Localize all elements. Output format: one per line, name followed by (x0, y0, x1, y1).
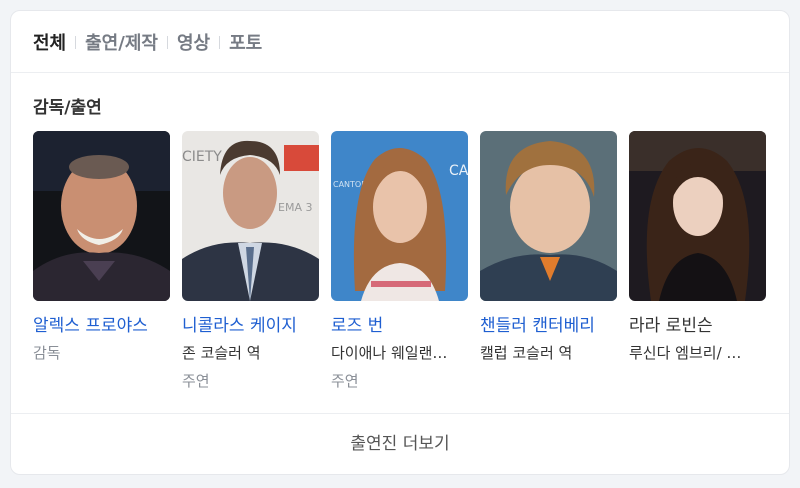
person-role: 다이애나 웨일랜… (331, 344, 448, 362)
tab-all[interactable]: 전체 (33, 29, 66, 55)
tab-video[interactable]: 영상 (177, 29, 210, 55)
person-photo[interactable] (33, 131, 170, 301)
person-photo[interactable]: CANTOR CA (331, 131, 468, 301)
person-photo-image (33, 131, 170, 301)
person-card[interactable]: CANTOR CA 로즈 번 다이애나 웨일랜… 주연 (331, 131, 471, 391)
more-cast-button[interactable]: 출연진 더보기 (11, 414, 789, 474)
cast-card: 전체 출연/제작 영상 포토 감독/출연 알렉스 프로야스 감독 CIETY E… (10, 10, 790, 475)
divider (11, 72, 789, 73)
person-role: 존 코슬러 역 (182, 344, 261, 362)
person-role: 루신다 엠브리/ … (629, 344, 742, 362)
svg-text:CA: CA (449, 163, 468, 179)
person-role: 캘럽 코슬러 역 (480, 344, 573, 362)
tab-divider (166, 35, 168, 49)
person-photo-image (480, 131, 617, 301)
section-title: 감독/출연 (33, 98, 102, 118)
person-role: 감독 (33, 344, 61, 362)
svg-text:EMA 3: EMA 3 (278, 201, 312, 214)
person-name[interactable]: 니콜라스 케이지 (182, 311, 322, 336)
person-card[interactable]: 알렉스 프로야스 감독 (33, 131, 173, 363)
tab-divider (219, 35, 221, 49)
tab-photo[interactable]: 포토 (229, 29, 262, 55)
person-photo-image: CIETY EMA 3 (182, 131, 319, 301)
tab-divider (75, 35, 77, 49)
person-photo[interactable] (480, 131, 617, 301)
tab-cast-production[interactable]: 출연/제작 (85, 29, 158, 55)
person-photo-image (629, 131, 766, 301)
person-photo[interactable] (629, 131, 766, 301)
person-card[interactable]: 라라 로빈슨 루신다 엠브리/ … (629, 131, 769, 363)
person-card[interactable]: CIETY EMA 3 니콜라스 케이지 존 코슬러 역 주연 (182, 131, 322, 391)
tab-bar: 전체 출연/제작 영상 포토 (33, 29, 262, 55)
person-billing: 주연 (182, 372, 210, 390)
person-name[interactable]: 챈들러 캔터베리 (480, 311, 620, 336)
person-photo[interactable]: CIETY EMA 3 (182, 131, 319, 301)
person-photo-image: CANTOR CA (331, 131, 468, 301)
person-card[interactable]: 챈들러 캔터베리 캘럽 코슬러 역 (480, 131, 620, 363)
person-name[interactable]: 라라 로빈슨 (629, 311, 769, 336)
svg-text:CIETY: CIETY (182, 149, 222, 165)
person-name[interactable]: 로즈 번 (331, 311, 471, 336)
person-name[interactable]: 알렉스 프로야스 (33, 311, 173, 336)
person-billing: 주연 (331, 372, 359, 390)
